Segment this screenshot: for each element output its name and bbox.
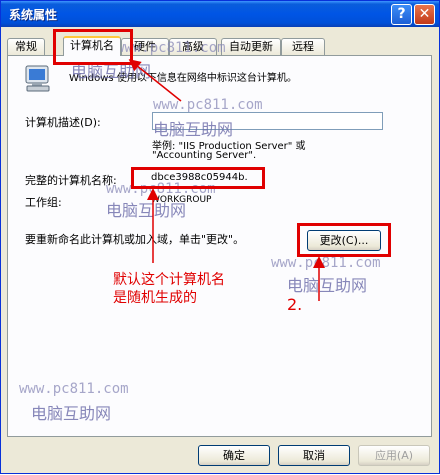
system-properties-window: 系统属性 ? ✕ 常规 计算机名 硬件 高级 自动更新 远程 Windows 使… [0,0,440,474]
highlight-box-name [131,167,265,189]
highlight-box-change [297,223,391,257]
tab-computer-name[interactable]: 计算机名 [63,36,121,56]
ok-button[interactable]: 确定 [198,445,270,466]
apply-button[interactable]: 应用(A) [358,445,430,466]
tab-general[interactable]: 常规 [7,38,45,55]
annotation-note-1: 默认这个计算机名 [113,272,225,288]
title-bar[interactable]: 系统属性 ? ✕ [1,1,439,27]
watermark-url: www.pc811.com [19,381,129,397]
watermark-url: www.pc811.com [271,255,381,271]
tab-auto-update[interactable]: 自动更新 [221,38,281,55]
full-name-label: 完整的计算机名称: [25,174,117,187]
help-icon[interactable]: ? [391,4,412,25]
example-line-2: "Accounting Server". [152,150,257,161]
rename-instruction: 要重新命名此计算机或加入域，单击"更改"。 [25,233,245,246]
workgroup-label: 工作组: [25,196,62,209]
description-label: 计算机描述(D): [25,116,101,129]
watermark-url: www.pc811.com [153,97,263,113]
watermark-name: 电脑互助网 [287,276,368,295]
computer-icon [25,65,50,92]
watermark-name: 电脑互助网 [31,404,112,423]
window-title: 系统属性 [9,8,58,22]
annotation-note-2: 是随机生成的 [113,290,197,306]
cancel-button[interactable]: 取消 [278,445,350,466]
watermark-name: 电脑互助网 [106,201,187,220]
annotation-step: 2. [287,295,303,314]
watermark-name: 电脑互助网 [153,120,234,139]
tab-remote[interactable]: 远程 [281,38,325,55]
close-icon[interactable]: ✕ [414,4,435,25]
